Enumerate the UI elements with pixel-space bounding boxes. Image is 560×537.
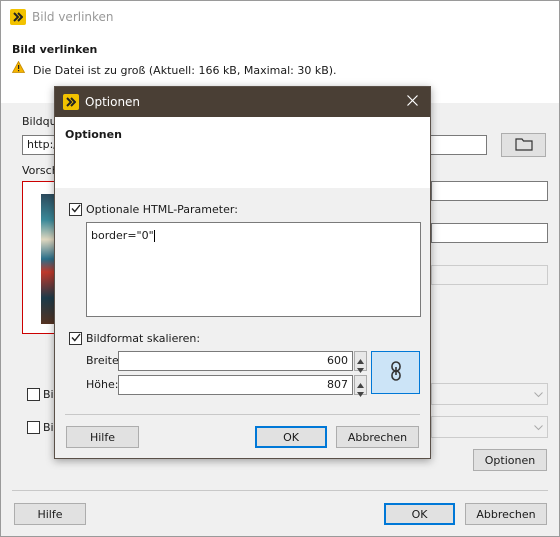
breite-value: 600: [327, 354, 348, 367]
html-params-textarea[interactable]: border="0": [86, 222, 421, 317]
dialog-titlebar: Optionen: [55, 87, 430, 117]
folder-button[interactable]: [501, 133, 546, 157]
checkmark-icon: [70, 332, 81, 345]
main-titlebar: Bild verlinken: [1, 1, 559, 33]
warning-text: Die Datei ist zu groß (Aktuell: 166 kB, …: [33, 64, 337, 77]
warning-icon: [11, 60, 26, 73]
field-right-2[interactable]: [431, 223, 548, 243]
breite-spinner[interactable]: [354, 351, 367, 373]
scale-checkbox[interactable]: [69, 332, 82, 345]
hoehe-input[interactable]: 807: [118, 375, 353, 395]
preview-image: [41, 194, 55, 324]
checkmark-icon: [70, 203, 81, 216]
dialog-hilfe-button[interactable]: Hilfe: [66, 426, 139, 448]
dialog-abbrechen-button[interactable]: Abbrechen: [336, 426, 419, 448]
main-footer-divider: [12, 490, 548, 491]
dialog-footer-divider: [65, 414, 420, 415]
hoehe-value: 807: [327, 378, 348, 391]
breite-input[interactable]: 600: [118, 351, 353, 371]
dropdown-2: [431, 416, 548, 438]
html-params-label: Optionale HTML-Parameter:: [86, 203, 238, 216]
field-right-3: [431, 265, 548, 285]
chevron-down-icon: [534, 421, 543, 434]
hoehe-spinner[interactable]: [354, 375, 367, 397]
chain-link-icon: [390, 361, 402, 384]
breite-label: Breite:: [86, 354, 123, 367]
chevron-down-icon: [534, 388, 543, 401]
main-abbrechen-button[interactable]: Abbrechen: [465, 503, 547, 525]
text-cursor: [153, 230, 155, 242]
close-icon: [406, 95, 418, 109]
main-hilfe-button[interactable]: Hilfe: [14, 503, 86, 525]
dropdown-1: [431, 383, 548, 405]
dialog-header-title: Optionen: [65, 128, 122, 141]
checkbox-2[interactable]: [27, 421, 40, 434]
field-right-1[interactable]: [431, 181, 548, 201]
main-window-title: Bild verlinken: [32, 10, 114, 24]
scale-label: Bildformat skalieren:: [86, 332, 201, 345]
link-aspect-button[interactable]: [371, 351, 420, 394]
html-params-value: border="0": [91, 229, 154, 242]
dialog-title: Optionen: [85, 95, 141, 109]
main-ok-button[interactable]: OK: [384, 503, 455, 525]
app-logo-icon: [63, 94, 79, 110]
close-button[interactable]: [400, 90, 424, 114]
optionen-dialog: Optionen Optionen Optionale HTML-Paramet…: [54, 86, 431, 459]
optionen-button[interactable]: Optionen: [473, 449, 547, 471]
preview-frame: [22, 181, 56, 334]
html-params-checkbox[interactable]: [69, 203, 82, 216]
app-logo-icon: [10, 9, 26, 25]
spin-down-icon: [357, 387, 364, 400]
hoehe-label: Höhe:: [86, 378, 119, 391]
main-header-title: Bild verlinken: [12, 43, 98, 56]
dialog-header: Optionen: [55, 117, 430, 188]
dialog-ok-button[interactable]: OK: [255, 426, 327, 448]
checkbox-1[interactable]: [27, 388, 40, 401]
folder-icon: [514, 137, 533, 154]
